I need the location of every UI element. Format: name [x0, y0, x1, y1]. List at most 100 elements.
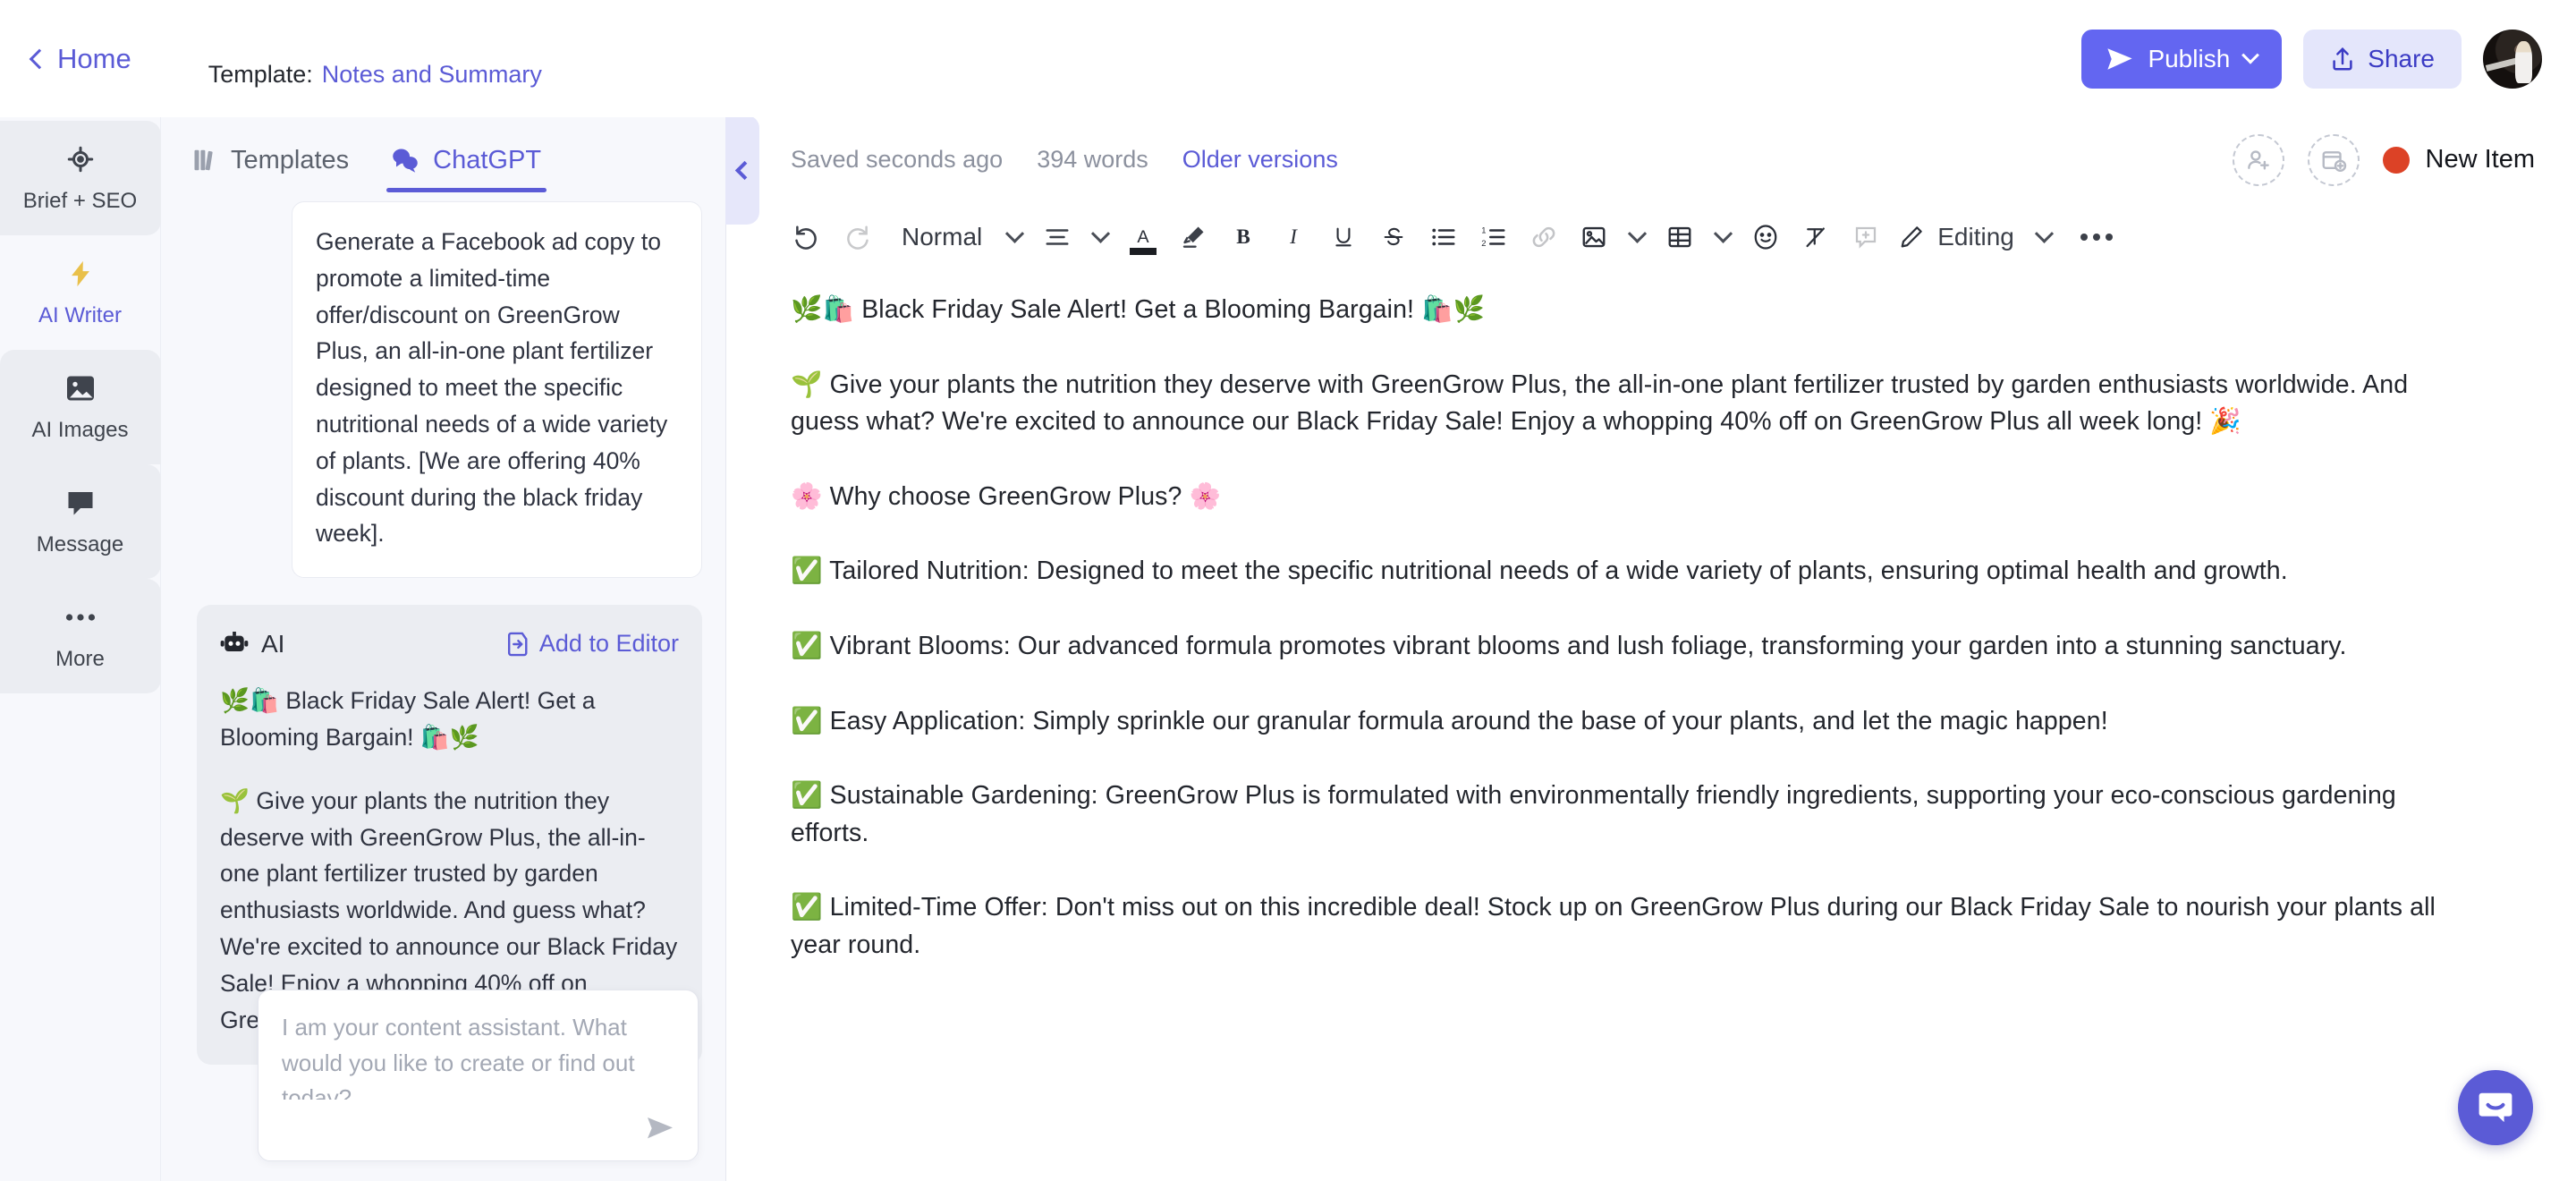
chevron-down-icon	[1090, 224, 1110, 243]
editing-mode-button[interactable]: Editing	[1891, 223, 2014, 251]
intercom-launcher-button[interactable]	[2458, 1070, 2533, 1145]
document-content[interactable]: 🌿🛍️ Black Friday Sale Alert! Get a Bloom…	[726, 272, 2576, 1181]
highlighter-icon	[1183, 226, 1204, 248]
image-icon	[64, 370, 97, 407]
ai-card-header: AI Add to Editor	[220, 624, 679, 663]
chevron-down-icon	[1713, 224, 1733, 243]
add-comment-button[interactable]	[1841, 212, 1891, 262]
chevron-left-icon	[29, 48, 50, 70]
sidebar-item-ai-images[interactable]: AI Images	[0, 350, 161, 464]
link-button[interactable]	[1519, 212, 1569, 262]
robot-icon	[220, 631, 249, 651]
image-chevron[interactable]	[1619, 212, 1655, 262]
chat-input[interactable]	[282, 1010, 674, 1100]
sidebar-item-ai-writer[interactable]: AI Writer	[0, 235, 161, 350]
svg-text:I: I	[1289, 225, 1298, 249]
saved-status: Saved seconds ago	[791, 146, 1004, 173]
svg-text:2: 2	[1481, 239, 1486, 248]
left-icon-rail: Brief + SEO AI Writer AI Images Message …	[0, 117, 161, 1181]
sidebar-item-label: Message	[36, 532, 124, 557]
svg-text:B: B	[1236, 225, 1250, 249]
align-button[interactable]	[1032, 212, 1082, 262]
new-item-label: New Item	[2425, 145, 2535, 174]
tab-label: ChatGPT	[433, 145, 542, 174]
add-collaborator-button[interactable]	[2232, 133, 2284, 186]
send-icon	[2107, 47, 2133, 70]
align-chevron[interactable]	[1082, 212, 1118, 262]
older-versions-link[interactable]: Older versions	[1182, 146, 1338, 174]
sidebar-item-label: More	[55, 647, 105, 671]
collapse-panel-button[interactable]	[725, 115, 759, 225]
emoji-button[interactable]	[1741, 212, 1791, 262]
clear-format-icon	[1806, 227, 1826, 248]
home-back-link[interactable]: Home	[29, 42, 158, 75]
more-options-button[interactable]	[2072, 212, 2122, 262]
italic-button[interactable]: I	[1268, 212, 1318, 262]
chat-smile-icon	[2479, 1092, 2512, 1123]
tab-templates[interactable]: Templates	[193, 117, 349, 200]
svg-text:A: A	[1138, 227, 1150, 247]
redo-button[interactable]	[832, 212, 882, 262]
chevron-left-icon	[734, 160, 755, 180]
editing-mode-chevron[interactable]	[2027, 212, 2063, 262]
editor-meta-actions: New Item	[2232, 133, 2535, 186]
formatting-toolbar: Normal A B I 1 2 Editing	[726, 202, 2576, 272]
ellipsis-icon	[64, 599, 97, 636]
text-color-button[interactable]: A	[1118, 212, 1168, 262]
template-name-link[interactable]: Notes and Summary	[322, 61, 542, 89]
status-dot-icon	[2382, 146, 2410, 174]
share-button[interactable]: Share	[2303, 29, 2462, 89]
strikethrough-button[interactable]	[1368, 212, 1419, 262]
text-style-dropdown[interactable]: Normal	[882, 223, 996, 251]
document-paragraph: 🌿🛍️ Black Friday Sale Alert! Get a Bloom…	[791, 295, 1486, 324]
publish-button[interactable]: Publish	[2081, 29, 2283, 89]
send-message-button[interactable]	[642, 1110, 678, 1146]
app-root: Home Template: Notes and Summary Publish…	[0, 0, 2576, 1181]
calendar-add-icon	[2322, 150, 2346, 172]
text-style-chevron[interactable]	[996, 212, 1032, 262]
document-paragraph: ✅ Easy Application: Simply sprinkle our …	[791, 706, 2108, 735]
table-chevron[interactable]	[1705, 212, 1741, 262]
template-breadcrumb: Template: Notes and Summary	[208, 61, 542, 89]
bold-button[interactable]: B	[1218, 212, 1268, 262]
svg-text:1: 1	[1481, 226, 1486, 235]
highlight-button[interactable]	[1168, 212, 1218, 262]
publish-label: Publish	[2148, 44, 2231, 72]
sidebar-item-more[interactable]: More	[0, 579, 161, 693]
chevron-down-icon	[2035, 224, 2055, 243]
undo-button[interactable]	[782, 212, 832, 262]
chevron-down-icon	[1004, 224, 1024, 243]
editing-mode-label: Editing	[1937, 223, 2014, 251]
add-to-editor-label: Add to Editor	[538, 629, 679, 657]
image-icon	[1582, 226, 1606, 248]
chat-composer	[258, 990, 699, 1161]
home-label: Home	[57, 42, 131, 74]
bullet-list-button[interactable]	[1419, 212, 1469, 262]
document-paragraph: ✅ Tailored Nutrition: Designed to meet t…	[791, 557, 2288, 586]
sidebar-item-brief-seo[interactable]: Brief + SEO	[0, 121, 161, 235]
color-swatch	[1130, 248, 1157, 255]
ai-label: AI	[261, 630, 285, 658]
tab-label: Templates	[231, 145, 350, 174]
insert-image-button[interactable]	[1569, 212, 1619, 262]
share-label: Share	[2368, 44, 2435, 72]
tab-chatgpt[interactable]: ChatGPT	[386, 117, 547, 200]
new-item-button[interactable]: New Item	[2382, 145, 2535, 174]
numbered-list-button[interactable]: 1 2	[1469, 212, 1519, 262]
sidebar-item-message[interactable]: Message	[0, 464, 161, 579]
ai-identity: AI	[220, 624, 284, 663]
upload-icon	[2333, 47, 2352, 70]
add-date-button[interactable]	[2307, 133, 2360, 186]
add-to-editor-button[interactable]: Add to Editor	[507, 625, 679, 663]
lightning-icon	[65, 255, 96, 293]
sidebar-item-label: AI Images	[31, 418, 129, 442]
crosshair-icon	[64, 140, 97, 178]
clear-formatting-button[interactable]	[1791, 212, 1841, 262]
user-avatar[interactable]	[2483, 29, 2542, 89]
link-icon	[1532, 226, 1555, 248]
insert-table-button[interactable]	[1655, 212, 1705, 262]
underline-button[interactable]	[1318, 212, 1368, 262]
chat-bubbles-icon	[393, 149, 418, 173]
sidebar-item-label: AI Writer	[38, 303, 122, 327]
word-count: 394 words	[1037, 146, 1148, 173]
